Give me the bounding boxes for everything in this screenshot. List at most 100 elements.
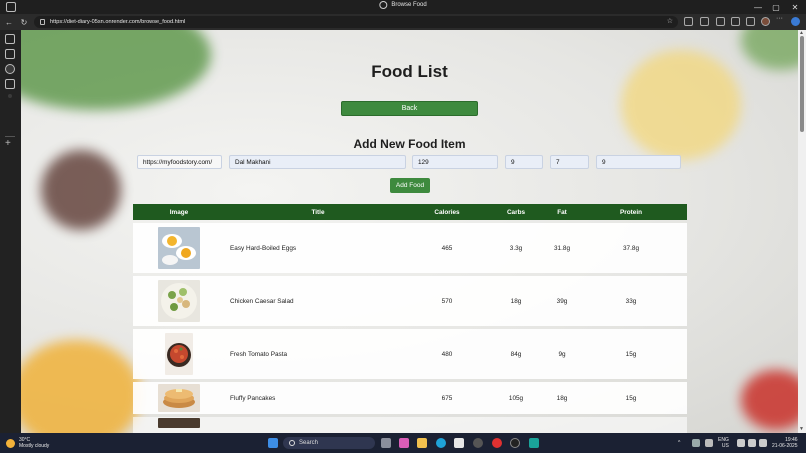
food-fat: 18g [556,394,568,402]
caesar-salad-image [158,280,200,322]
task-view-icon[interactable] [381,438,391,448]
scroll-down-icon[interactable]: ▼ [799,426,804,432]
image-url-input[interactable]: https://myfoodstory.com/ [137,155,222,169]
tomato-pasta-image [165,333,193,375]
add-food-heading: Add New Food Item [353,137,466,151]
file-explorer-icon[interactable] [417,438,427,448]
downloads-icon[interactable] [746,17,755,26]
language-indicator[interactable]: ENG US [718,437,729,449]
header-carbs: Carbs [506,208,526,216]
food-name-input[interactable]: Dal Makhani [229,155,406,169]
sidebar-divider [5,136,15,137]
title-bar: Browse Food — ▢ ✕ [0,0,806,14]
url-text[interactable]: https://diet-diary-05sn.onrender.com/bro… [50,19,185,25]
window-title: Browse Food [379,1,427,9]
store-icon[interactable] [454,438,464,448]
tomato-decoration [741,370,798,430]
food-title: Fluffy Pancakes [230,394,276,402]
reload-icon[interactable]: ↻ [18,16,30,28]
food-protein: 15g [625,394,637,402]
food-fat: 9g [558,350,566,358]
weather-widget[interactable]: 30°C Mostly cloudy [6,437,49,449]
profile-avatar-icon[interactable] [761,17,770,26]
edit-icon[interactable] [5,49,15,59]
minimize-button[interactable]: — [749,0,767,14]
tabs-icon[interactable] [5,34,15,44]
copilot-icon[interactable] [791,17,800,26]
weather-desc: Mostly cloudy [19,443,50,449]
extensions-icon[interactable] [684,17,693,26]
battery-icon[interactable] [759,439,767,447]
split-screen-icon[interactable] [700,17,709,26]
search-icon [289,440,295,446]
taskbar-search[interactable]: Search [283,437,375,449]
food-calories: 465 [441,244,453,252]
favorite-star-icon[interactable]: ☆ [667,17,673,25]
tray-chevron-icon[interactable]: ^ [678,440,680,446]
page-scrollbar[interactable]: ▲ ▼ [798,30,806,433]
food-calories: 570 [441,297,453,305]
browser-toolbar: ← ↻ https://diet-diary-05sn.onrender.com… [0,14,806,30]
opera-icon[interactable] [492,438,502,448]
page-title: Food List [371,62,448,81]
protein-input[interactable]: 9 [596,155,681,169]
page-viewport: Food List Back Add New Food Item https:/… [21,30,798,433]
app-icon[interactable] [529,438,539,448]
globe-icon [379,1,388,9]
food-title: Fresh Tomato Pasta [230,350,288,358]
carbs-input[interactable]: 9 [505,155,543,169]
volume-icon[interactable] [748,439,756,447]
boiled-eggs-image [158,227,200,269]
table-row: Fresh Tomato Pasta 480 84g 9g 15g [133,329,687,379]
scroll-thumb[interactable] [800,36,804,132]
maximize-button[interactable]: ▢ [767,0,785,14]
food-calories: 675 [441,394,453,402]
header-calories: Calories [434,208,460,216]
archive-icon[interactable] [5,79,15,89]
address-bar[interactable]: https://diet-diary-05sn.onrender.com/bro… [34,16,678,28]
globe-tab-icon[interactable] [5,64,15,74]
back-button[interactable]: Back [341,101,478,116]
header-fat: Fat [557,208,567,216]
tray-app-icon[interactable] [692,439,700,447]
header-title: Title [311,208,325,216]
food-protein: 37.8g [623,244,639,252]
wifi-icon[interactable] [737,439,745,447]
weather-icon [6,438,15,448]
clock[interactable]: 19:46 21-06-2025 [772,437,798,449]
food-fat: 31.8g [554,244,570,252]
workspaces-icon[interactable] [6,2,16,12]
microphone-icon[interactable] [705,439,713,447]
dot-icon[interactable] [8,94,12,98]
food-carbs: 105g [508,394,524,402]
table-row: Fluffy Pancakes 675 105g 18g 15g [133,382,687,414]
food-protein: 15g [625,350,637,358]
copilot-app-icon[interactable] [399,438,409,448]
start-menu-icon[interactable] [268,438,278,448]
calories-input[interactable]: 129 [412,155,498,169]
food-carbs: 3.3g [509,244,523,252]
food-title: Easy Hard-Boiled Eggs [230,244,297,252]
add-sidebar-icon[interactable]: + [5,138,11,149]
chrome-icon[interactable] [473,438,483,448]
food-protein: 33g [625,297,637,305]
add-food-button[interactable]: Add Food [390,178,430,193]
pancakes-image [158,384,200,412]
food-title: Chicken Caesar Salad [230,297,294,305]
header-protein: Protein [619,208,642,216]
browser-sidebar: + [0,30,21,433]
food-calories: 480 [441,350,453,358]
github-icon[interactable] [510,438,520,448]
close-button[interactable]: ✕ [786,0,804,14]
edge-icon[interactable] [436,438,446,448]
favorites-icon[interactable] [731,17,740,26]
header-image: Image [169,208,189,216]
collections-icon[interactable] [716,17,725,26]
food-table: Image Title Calories Carbs Fat Protein E… [133,204,687,433]
fat-input[interactable]: 7 [550,155,589,169]
back-arrow-icon[interactable]: ← [3,16,15,28]
table-header: Image Title Calories Carbs Fat Protein [133,204,687,220]
more-menu-icon[interactable]: ··· [776,15,785,24]
food-image-partial [158,418,200,428]
lock-icon[interactable] [40,19,45,25]
